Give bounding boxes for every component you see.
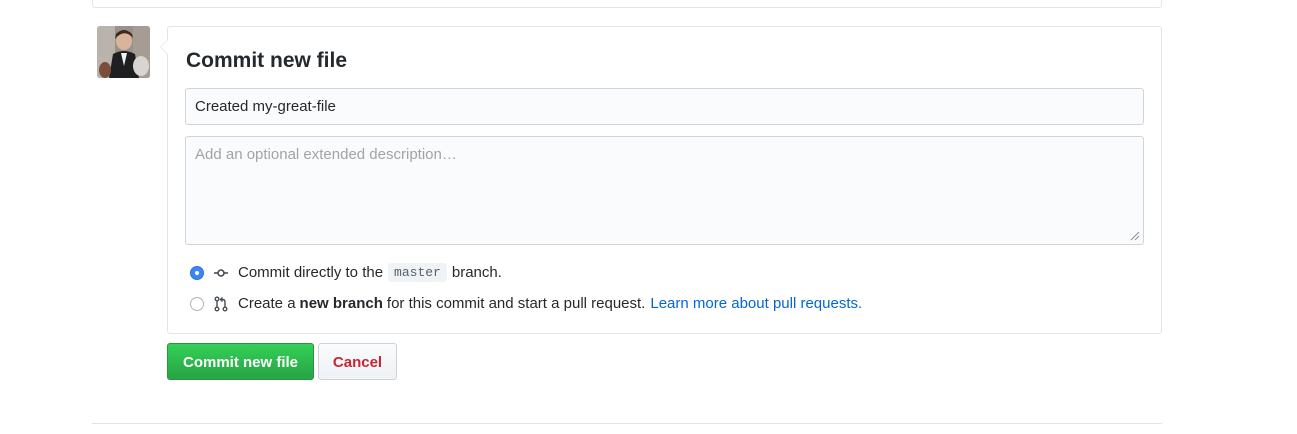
resize-handle-icon[interactable]: [1129, 230, 1140, 241]
commit-form-box: Commit new file Created my-great-file Co…: [160, 26, 1162, 334]
learn-more-link[interactable]: Learn more about pull requests.: [650, 295, 862, 312]
footer-divider: [92, 423, 1162, 424]
commit-directly-prefix: Commit directly to the: [238, 264, 384, 281]
cancel-button[interactable]: Cancel: [318, 343, 397, 380]
new-branch-prefix: Create a: [238, 295, 296, 312]
git-commit-icon: [214, 268, 228, 277]
avatar-image: [97, 26, 150, 78]
commit-form-title: Commit new file: [186, 49, 348, 72]
commit-summary-input[interactable]: Created my-great-file: [185, 88, 1144, 125]
new-branch-suffix: for this commit and start a pull request…: [386, 295, 646, 312]
new-branch-radio[interactable]: [190, 296, 204, 311]
new-branch-bold: new branch: [299, 295, 383, 312]
avatar: [97, 26, 150, 78]
commit-new-file-button[interactable]: Commit new file: [167, 343, 314, 380]
commit-directly-radio[interactable]: [190, 265, 204, 280]
git-pull-request-icon: [214, 296, 228, 311]
previous-panel-edge: [92, 0, 1162, 8]
branch-name: master: [388, 263, 447, 282]
commit-directly-suffix: branch.: [451, 264, 502, 281]
commit-description-textarea[interactable]: [185, 136, 1144, 245]
new-branch-option[interactable]: Create a new branch for this commit and …: [190, 295, 862, 312]
commit-directly-option[interactable]: Commit directly to the master branch.: [190, 263, 502, 282]
